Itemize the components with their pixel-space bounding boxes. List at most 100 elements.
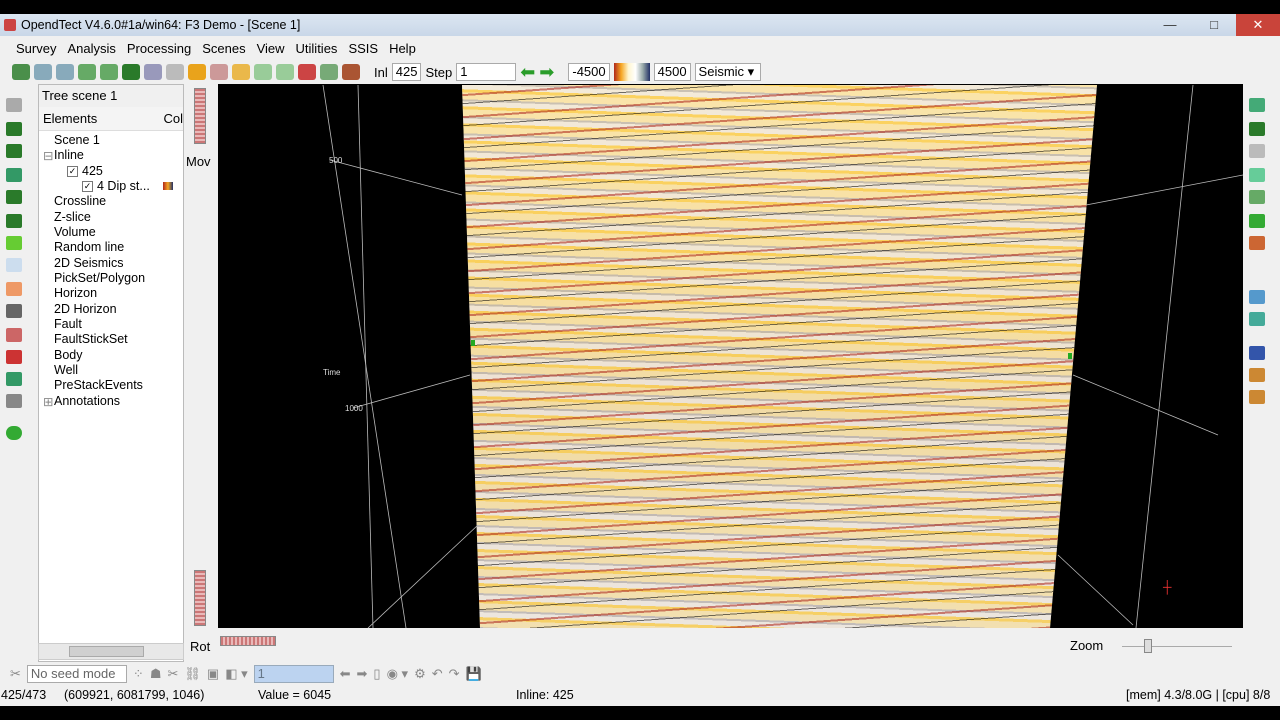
tree-item-2dseismics[interactable]: 2D Seismics	[54, 256, 123, 270]
menu-utilities[interactable]: Utilities	[296, 41, 338, 56]
tool-icon-11[interactable]	[1249, 368, 1265, 382]
scrollbar-thumb[interactable]	[69, 646, 144, 657]
bar-icon[interactable]: ▯	[373, 666, 380, 682]
zoom-slider-track[interactable]	[1122, 646, 1232, 647]
m-icon[interactable]	[232, 64, 250, 80]
zoom-icon[interactable]	[6, 214, 22, 228]
tool-icon-3[interactable]	[1249, 144, 1265, 158]
next-icon[interactable]: ➡	[357, 666, 368, 682]
menu-analysis[interactable]: Analysis	[67, 41, 115, 56]
checkbox-dip[interactable]: ✓	[82, 181, 93, 193]
tree-item-2dhorizon[interactable]: 2D Horizon	[54, 302, 117, 316]
tree-item-crossline[interactable]: Crossline	[54, 194, 106, 208]
settings-gear-icon[interactable]	[6, 426, 22, 440]
vertical-thumbwheel-bottom[interactable]	[194, 570, 206, 626]
tree-item-volume[interactable]: Volume	[54, 225, 96, 239]
polygon-icon[interactable]: ◧ ▾	[225, 666, 247, 682]
tree-item-zslice[interactable]: Z-slice	[54, 210, 91, 224]
ccb-icon[interactable]	[188, 64, 206, 80]
seed-tool-icon[interactable]: ⁘	[133, 666, 144, 682]
settings-icon[interactable]: ▣	[207, 666, 219, 682]
attribute-2d-icon[interactable]	[34, 64, 52, 80]
close-button[interactable]: ✕	[1236, 14, 1280, 36]
pen-icon[interactable]	[6, 236, 22, 250]
display-icon[interactable]: ◉ ▾	[387, 666, 408, 682]
tool-icon-6[interactable]	[1249, 214, 1265, 228]
view-icon[interactable]	[6, 122, 22, 136]
eye-icon[interactable]	[6, 328, 22, 342]
axes-icon[interactable]	[6, 258, 22, 272]
color-max-field[interactable]: 4500	[653, 63, 691, 81]
volume-2d-icon[interactable]	[78, 64, 96, 80]
menu-view[interactable]: View	[257, 41, 285, 56]
inline-view-icon[interactable]	[6, 190, 22, 204]
tree-item-faultstickset[interactable]: FaultStickSet	[54, 332, 128, 346]
tree-item-fault[interactable]: Fault	[54, 317, 82, 331]
tool-icon-8[interactable]	[1249, 290, 1265, 304]
colorbar[interactable]	[613, 63, 650, 81]
tree-horizontal-scrollbar[interactable]	[38, 643, 184, 660]
zoom-slider-handle[interactable]	[1144, 639, 1152, 653]
survey-box-icon[interactable]	[12, 64, 30, 80]
menu-help[interactable]: Help	[389, 41, 416, 56]
camera-icon[interactable]	[6, 304, 22, 318]
scissors-icon[interactable]: ✂	[10, 666, 21, 682]
maximize-button[interactable]: □	[1192, 14, 1236, 36]
tool-icon-2[interactable]	[1249, 122, 1265, 136]
tree-item-body[interactable]: Body	[54, 348, 83, 362]
vertical-thumbwheel-top[interactable]	[194, 88, 206, 144]
colortable-select[interactable]: Seismic ▾	[694, 63, 761, 81]
redo-icon[interactable]: ↷	[449, 666, 460, 682]
3d-scene-viewer[interactable]: 500 Time 1000 ┼	[218, 85, 1243, 628]
prev-icon[interactable]: ⬅	[340, 666, 351, 682]
tree-item-inline[interactable]: Inline	[54, 148, 84, 162]
retrack-icon[interactable]: ☗	[150, 666, 162, 682]
minimize-button[interactable]: —	[1148, 14, 1192, 36]
h-icon[interactable]	[6, 372, 22, 386]
seed-mode-select[interactable]: No seed mode ▾	[26, 665, 127, 697]
delete-icon[interactable]	[6, 350, 22, 364]
menu-scenes[interactable]: Scenes	[202, 41, 245, 56]
tracker-icon[interactable]: ⚙	[414, 666, 426, 682]
arrow-left-icon[interactable]: ⬅	[520, 62, 535, 83]
step-spinbox[interactable]: 1	[456, 63, 517, 81]
inline-spinbox[interactable]: 425	[391, 63, 422, 81]
tree-item-pickset[interactable]: PickSet/Polygon	[54, 271, 145, 285]
tool-icon-7[interactable]	[1249, 236, 1265, 250]
tree-item-horizon[interactable]: Horizon	[54, 286, 97, 300]
collapse-icon[interactable]: ⊟	[43, 148, 53, 163]
pointer-icon[interactable]	[6, 98, 22, 112]
tool-icon-1[interactable]	[1249, 98, 1265, 112]
column-color[interactable]: Col	[163, 107, 183, 130]
expand-icon[interactable]: ⊞	[43, 394, 53, 409]
tool-icon-12[interactable]	[1249, 390, 1265, 404]
tree-item-annotations[interactable]: Annotations	[54, 394, 120, 408]
tool-icon-9[interactable]	[1249, 312, 1265, 326]
tool-icon-5[interactable]	[1249, 190, 1265, 204]
tree-item-425[interactable]: ✓ 425	[67, 164, 103, 178]
link-icon[interactable]: ⛓	[184, 666, 201, 682]
checkbox-425[interactable]: ✓	[67, 166, 78, 178]
undo-icon[interactable]: ↶	[432, 666, 443, 682]
table-icon[interactable]	[166, 64, 184, 80]
menu-survey[interactable]: Survey	[16, 41, 56, 56]
tree-2d-icon[interactable]	[254, 64, 272, 80]
tree-item-randomline[interactable]: Random line	[54, 240, 124, 254]
step-field[interactable]: 1	[253, 665, 334, 683]
log-icon[interactable]	[320, 64, 338, 80]
horizon-icon[interactable]	[122, 64, 140, 80]
tree-3d-icon[interactable]	[276, 64, 294, 80]
layer-model-icon[interactable]	[342, 64, 360, 80]
well-tie-icon[interactable]	[298, 64, 316, 80]
cut-icon[interactable]: ✂	[167, 666, 178, 682]
menu-ssis[interactable]: SSIS	[348, 41, 378, 56]
horizontal-thumbwheel[interactable]	[220, 636, 276, 646]
calculator-icon[interactable]	[6, 394, 22, 408]
arrow-right-icon[interactable]: ➡	[539, 62, 554, 83]
tool-icon-10[interactable]	[1249, 346, 1265, 360]
tree-item-prestackevents[interactable]: PreStackEvents	[54, 378, 143, 392]
tree-item-well[interactable]: Well	[54, 363, 78, 377]
stereo-icon[interactable]	[6, 282, 22, 296]
tool-icon-4[interactable]	[1249, 168, 1265, 182]
tree-item-scene[interactable]: Scene 1	[54, 133, 100, 147]
